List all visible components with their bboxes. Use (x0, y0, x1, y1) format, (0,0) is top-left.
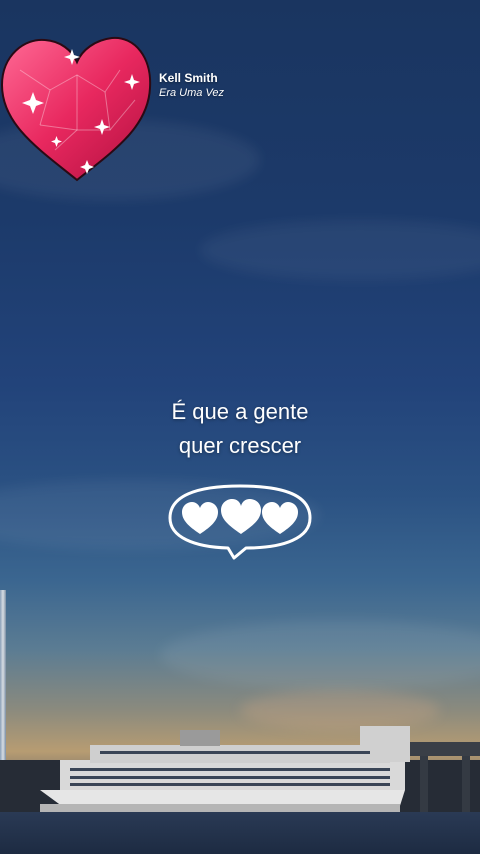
lyrics-caption: É que a gente quer crescer (0, 395, 480, 463)
lyrics-line: quer crescer (178, 433, 302, 458)
song-info: Kell Smith Era Uma Vez (159, 70, 224, 101)
bridge-pillar (420, 756, 428, 812)
heart-icon (182, 502, 218, 534)
cruise-ship (30, 720, 420, 820)
lyrics-line: É que a gente (171, 399, 309, 424)
song-artist: Kell Smith (159, 71, 218, 85)
cloud (200, 220, 480, 280)
tower (0, 590, 6, 770)
heart-icon (262, 502, 298, 534)
bridge (410, 742, 480, 756)
heart-icon (221, 499, 261, 534)
hearts-speech-bubble-icon[interactable] (166, 482, 314, 562)
song-title: Era Uma Vez (159, 87, 225, 99)
water (0, 812, 480, 854)
video-frame: Kell Smith Era Uma Vez É que a gente que… (0, 0, 480, 854)
bridge-pillar (462, 756, 470, 812)
sparkling-heart-icon (0, 30, 155, 185)
music-sticker[interactable]: Kell Smith Era Uma Vez (0, 30, 224, 185)
cloud (160, 620, 480, 690)
